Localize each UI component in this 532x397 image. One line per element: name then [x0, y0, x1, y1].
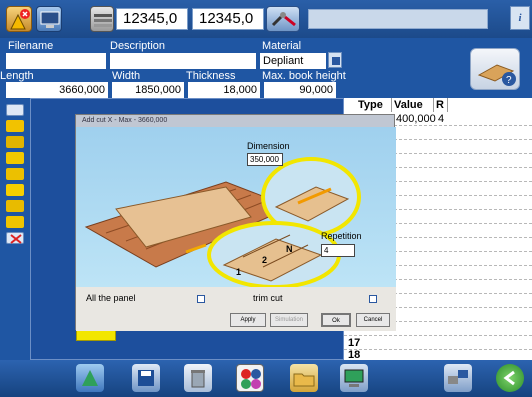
- cut-tool-2-icon[interactable]: [6, 120, 24, 132]
- tools-icon[interactable]: [266, 6, 300, 32]
- left-tool-strip: [0, 98, 30, 360]
- toolbar-field-2[interactable]: 12345,0: [192, 8, 264, 30]
- computer-icon[interactable]: [340, 364, 368, 392]
- cancel-button[interactable]: Cancel: [356, 313, 390, 327]
- dialog-footer: All the panel trim cut Apply Simulation …: [76, 287, 396, 331]
- dimension-input[interactable]: 350,000: [247, 153, 283, 166]
- material-field[interactable]: Depliant: [260, 53, 326, 69]
- options-grid-icon[interactable]: [236, 364, 264, 392]
- all-panel-label: All the panel: [86, 293, 136, 303]
- ok-button[interactable]: Ok: [321, 313, 351, 327]
- column-header-type[interactable]: Type: [356, 98, 392, 112]
- cut-saw-icon[interactable]: [76, 364, 104, 392]
- material-label: Material: [262, 40, 302, 52]
- error-warning-icon[interactable]: [6, 6, 32, 32]
- cut-tool-7-icon[interactable]: [6, 200, 24, 212]
- max-book-height-field[interactable]: 90,000: [264, 82, 336, 98]
- cut-tool-5-icon[interactable]: [6, 168, 24, 180]
- thickness-label: Thickness: [186, 70, 236, 82]
- width-label: Width: [112, 70, 141, 82]
- dimension-label: Dimension: [247, 141, 290, 151]
- top-toolbar: 12345,0 12345,0 i: [0, 0, 532, 38]
- cut-illustration: 1 2 N Dimension 350,000 Repetition 4: [76, 127, 396, 289]
- column-header-r[interactable]: R: [434, 98, 448, 112]
- simulation-button: Simulation: [270, 313, 308, 327]
- open-folder-icon[interactable]: [290, 364, 318, 392]
- status-bar: [308, 9, 488, 29]
- length-field[interactable]: 3660,000: [6, 82, 108, 98]
- apply-button[interactable]: Apply: [230, 313, 266, 327]
- cut-tool-6-icon[interactable]: [6, 184, 24, 196]
- board-label-n: N: [286, 244, 293, 254]
- description-field[interactable]: [110, 53, 256, 69]
- add-cut-dialog: Add cut X - Max - 3660,000 1 2 N Dimensi…: [75, 114, 396, 331]
- repetition-input[interactable]: 4: [321, 244, 355, 257]
- panel-stack-icon[interactable]: [90, 6, 114, 32]
- delete-cut-icon[interactable]: [6, 232, 24, 244]
- board-label-2: 2: [262, 255, 268, 265]
- cut-tool-4-icon[interactable]: [6, 152, 24, 164]
- info-button[interactable]: i: [510, 6, 530, 30]
- material-picker-button[interactable]: [328, 52, 342, 68]
- exit-icon[interactable]: [496, 364, 524, 392]
- table-cell-r: 4: [438, 113, 445, 125]
- board-label-1: 1: [236, 267, 242, 277]
- bottom-toolbar: [0, 360, 532, 397]
- max-book-height-label: Max. book height: [262, 70, 346, 82]
- table-cell-value: 400,000: [396, 113, 436, 125]
- cut-tool-8-icon[interactable]: [6, 216, 24, 228]
- trim-cut-label: trim cut: [253, 293, 283, 303]
- description-label: Description: [110, 40, 166, 52]
- help-button[interactable]: ?: [470, 48, 520, 90]
- toolbar-field-1[interactable]: 12345,0: [116, 8, 188, 30]
- width-field[interactable]: 1850,000: [112, 82, 184, 98]
- trim-cut-checkbox[interactable]: [369, 295, 377, 303]
- all-panel-checkbox[interactable]: [197, 295, 205, 303]
- panel-properties-form: Filename Description Material Depliant L…: [0, 38, 532, 98]
- cut-tool-1-icon[interactable]: [6, 104, 24, 116]
- column-header-value[interactable]: Value: [392, 98, 434, 112]
- wood-panel-illustration: [84, 157, 361, 289]
- svg-text:?: ?: [506, 75, 512, 86]
- thickness-field[interactable]: 18,000: [188, 82, 260, 98]
- trash-icon[interactable]: [184, 364, 212, 392]
- filename-label: Filename: [8, 40, 54, 52]
- length-label: Length: [0, 70, 34, 82]
- dialog-title: Add cut X - Max - 3660,000: [76, 115, 394, 127]
- filename-field[interactable]: [6, 53, 106, 69]
- cut-tool-3-icon[interactable]: [6, 136, 24, 148]
- network-icon[interactable]: [444, 364, 472, 392]
- repetition-label: Repetition: [321, 231, 362, 241]
- save-disk-icon[interactable]: [132, 364, 160, 392]
- monitor-icon[interactable]: [36, 6, 62, 32]
